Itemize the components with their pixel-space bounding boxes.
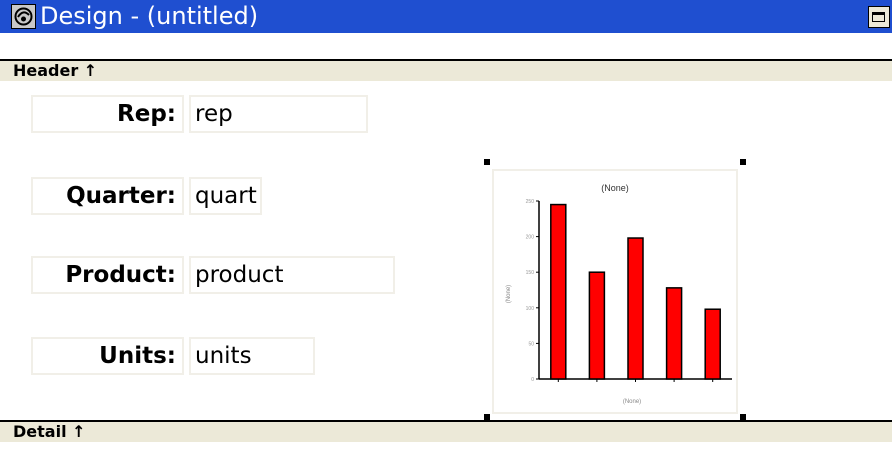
bar-chart: (None) (None) (None) 0 50 100 150 200 250 — [506, 183, 732, 405]
resize-handle-top-right[interactable] — [740, 159, 746, 165]
chart-bar — [588, 271, 606, 380]
chart-y-tick-label: 100 — [526, 306, 535, 312]
chart-bar — [704, 308, 721, 380]
app-icon[interactable] — [11, 4, 36, 29]
chart-y-tick-label: 0 — [531, 377, 534, 383]
quarter-label[interactable]: Quarter: — [31, 177, 184, 215]
rep-field[interactable]: rep — [189, 95, 368, 133]
window-title: Design - (untitled) — [40, 2, 259, 30]
chart-y-tick-label: 50 — [528, 341, 534, 347]
chart-title: (None) — [601, 183, 629, 193]
detail-section-bar[interactable]: Detail ↑ — [0, 420, 892, 442]
units-label[interactable]: Units: — [31, 337, 184, 375]
chart-bar — [665, 287, 683, 380]
units-field[interactable]: units — [189, 337, 315, 375]
quarter-field[interactable]: quart — [189, 177, 262, 215]
product-field[interactable]: product — [189, 256, 395, 294]
chart-x-axis-label: (None) — [623, 399, 641, 405]
chart-y-tick-label: 150 — [526, 270, 535, 276]
header-section-label: Header ↑ — [13, 61, 98, 80]
chart-y-tick-label: 250 — [526, 199, 535, 205]
chart-y-axis-label: (None) — [506, 285, 512, 303]
resize-handle-top-left[interactable] — [484, 159, 490, 165]
chart-bar — [627, 237, 644, 380]
title-bar[interactable]: Design - (untitled) — [0, 0, 892, 33]
rep-label[interactable]: Rep: — [31, 95, 184, 133]
chart-bar — [550, 203, 567, 380]
chart-y-tick-label: 200 — [526, 235, 535, 241]
header-section-bar[interactable]: Header ↑ — [0, 59, 892, 81]
maximize-icon[interactable] — [868, 6, 890, 28]
detail-section-label: Detail ↑ — [13, 422, 86, 441]
chart-object[interactable]: (None) (None) (None) 0 50 100 150 200 250 — [492, 169, 738, 414]
product-label[interactable]: Product: — [31, 256, 184, 294]
